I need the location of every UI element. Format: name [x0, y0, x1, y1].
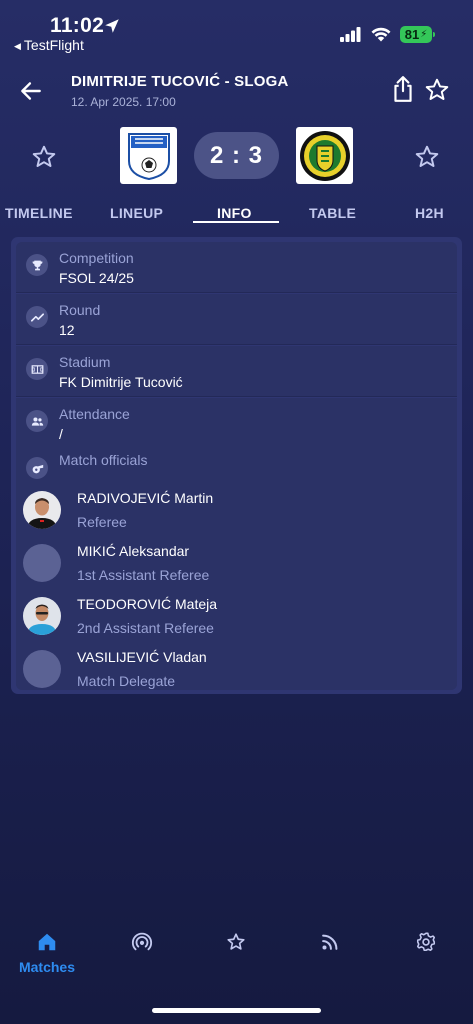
whistle-icon [26, 457, 48, 479]
active-tab-indicator [193, 221, 279, 223]
status-time: 11:02 [50, 14, 105, 37]
match-officials-section: Match officials RADIVOJEVIĆ Martin Refer… [16, 445, 457, 690]
trend-icon [26, 306, 48, 328]
home-indicator[interactable] [152, 1008, 321, 1013]
nav-matches-label: Matches [18, 959, 76, 975]
battery-indicator: 81 ⚡ [400, 26, 435, 43]
official-avatar-photo [23, 597, 61, 635]
official-second-assistant[interactable]: TEODOROVIĆ Mateja 2nd Assistant Referee [16, 591, 457, 641]
stadium-value: FK Dimitrije Tucović [59, 374, 183, 390]
home-crest-icon [127, 132, 170, 180]
people-icon [26, 410, 48, 432]
tab-info[interactable]: INFO [217, 205, 252, 221]
cellular-signal-icon [340, 27, 361, 42]
official-name: TEODOROVIĆ Mateja [77, 596, 218, 612]
wifi-icon [371, 27, 391, 42]
back-to-app-link[interactable]: ◀ TestFlight [14, 37, 84, 53]
settings-icon [416, 932, 436, 952]
round-row: Round 12 [16, 294, 457, 345]
match-officials-label: Match officials [59, 452, 148, 468]
charging-icon: ⚡ [420, 29, 428, 40]
official-referee[interactable]: RADIVOJEVIĆ Martin Referee [16, 485, 457, 535]
attendance-label: Attendance [59, 406, 130, 422]
nav-matches[interactable]: Matches [17, 931, 77, 981]
competition-label: Competition [59, 250, 134, 266]
official-match-delegate[interactable]: VASILIJEVIĆ Vladan Match Delegate [16, 644, 457, 694]
official-avatar-photo [23, 491, 61, 529]
bottom-navigation: Matches [0, 925, 473, 985]
favorite-home-team-star-icon[interactable] [31, 144, 57, 170]
stadium-icon [26, 358, 48, 380]
scoreboard: 2 : 3 [0, 126, 473, 186]
nav-news[interactable] [300, 931, 360, 981]
round-label: Round [59, 302, 101, 318]
tab-table[interactable]: TABLE [309, 205, 356, 221]
stadium-row: Stadium FK Dimitrije Tucović [16, 346, 457, 397]
back-arrow-icon[interactable] [18, 78, 44, 104]
location-arrow-icon [105, 19, 119, 33]
competition-row: Competition FSOL 24/25 [16, 242, 457, 293]
home-icon [38, 933, 56, 951]
match-date: 12. Apr 2025. 17:00 [71, 95, 176, 109]
official-name: MIKIĆ Aleksandar [77, 543, 190, 559]
favorite-match-star-icon[interactable] [424, 77, 450, 103]
back-triangle-icon: ◀ [14, 41, 21, 51]
official-avatar-placeholder [23, 544, 61, 582]
match-header: DIMITRIJE TUCOVIĆ - SLOGA 12. Apr 2025. … [0, 64, 473, 116]
score-display: 2 : 3 [194, 132, 279, 179]
stadium-label: Stadium [59, 354, 111, 370]
official-role: Match Delegate [77, 673, 176, 689]
attendance-row: Attendance / [16, 398, 457, 449]
status-bar: 11:02 ◀ TestFlight 81 ⚡ [0, 0, 473, 56]
rss-icon [322, 934, 338, 950]
official-role: Referee [77, 514, 127, 530]
official-avatar-placeholder [23, 650, 61, 688]
star-icon [227, 933, 245, 950]
official-name: RADIVOJEVIĆ Martin [77, 490, 214, 506]
tab-timeline[interactable]: TIMELINE [5, 205, 73, 221]
attendance-value: / [59, 426, 63, 442]
live-icon [131, 932, 153, 951]
nav-live[interactable] [112, 931, 172, 981]
official-name: VASILIJEVIĆ Vladan [77, 649, 207, 665]
away-team-logo[interactable] [296, 127, 353, 184]
official-first-assistant[interactable]: MIKIĆ Aleksandar 1st Assistant Referee [16, 538, 457, 588]
match-tabs: TIMELINE LINEUP INFO TABLE H2H [0, 201, 473, 227]
nav-favorites[interactable] [206, 931, 266, 981]
competition-value: FSOL 24/25 [59, 270, 134, 286]
round-value: 12 [59, 322, 75, 338]
battery-level: 81 [404, 27, 420, 42]
away-crest-icon [299, 130, 350, 181]
nav-settings[interactable] [396, 931, 456, 981]
tab-h2h[interactable]: H2H [415, 205, 444, 221]
share-icon[interactable] [390, 75, 416, 103]
home-team-logo[interactable] [120, 127, 177, 184]
tab-lineup[interactable]: LINEUP [110, 205, 163, 221]
favorite-away-team-star-icon[interactable] [414, 144, 440, 170]
official-role: 1st Assistant Referee [77, 567, 210, 583]
match-info-card: Competition FSOL 24/25 Round 12 Stadium … [11, 237, 462, 694]
match-title: DIMITRIJE TUCOVIĆ - SLOGA [71, 73, 289, 90]
trophy-icon [26, 254, 48, 276]
official-role: 2nd Assistant Referee [77, 620, 214, 636]
back-app-label: TestFlight [23, 37, 84, 53]
